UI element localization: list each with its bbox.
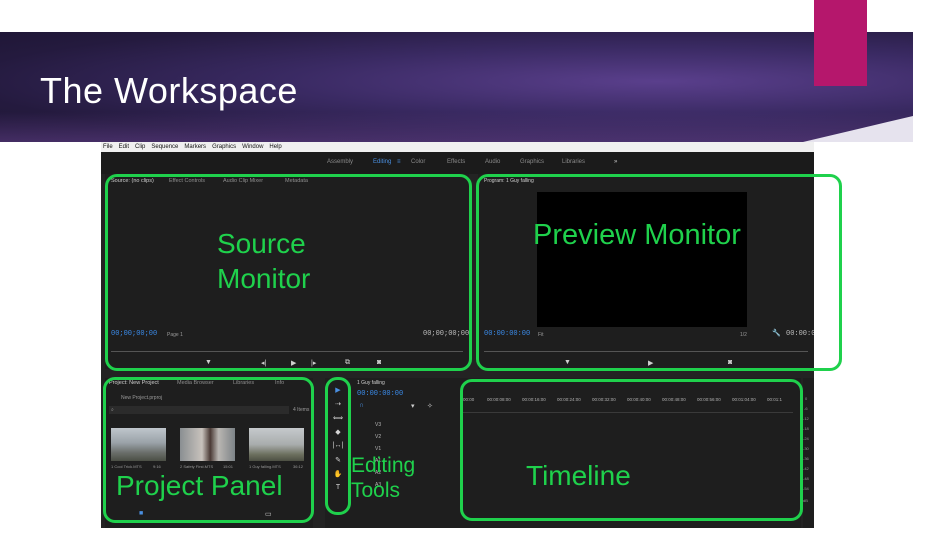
meter-tick: -12: [803, 416, 809, 421]
timeline-wrench-icon[interactable]: ✧: [427, 402, 433, 410]
label-line: Source: [217, 228, 306, 259]
meter-tick: 0: [805, 396, 808, 401]
accent-block: [814, 0, 867, 86]
track-label-v1[interactable]: V1: [375, 446, 381, 452]
label-line: Editing: [351, 454, 416, 477]
timeline-highlight: [460, 379, 803, 521]
editing-tools-label: Editing Tools: [351, 454, 416, 503]
workspace-more-icon[interactable]: »: [614, 159, 617, 165]
workspace-menu-icon[interactable]: ≡: [397, 159, 401, 165]
workspace-effects[interactable]: Effects: [447, 159, 465, 165]
banner-wedge: [803, 116, 913, 142]
menu-markers[interactable]: Markers: [184, 142, 206, 152]
meter-tick: -30: [803, 446, 809, 451]
meter-tick: -48: [803, 476, 809, 481]
workspace-editing[interactable]: Editing: [373, 159, 391, 165]
audio-meters: 0 -6 -12 -18 -24 -30 -36 -42 -48 -54 dB: [803, 378, 814, 528]
source-monitor-label: Source Monitor: [217, 229, 310, 294]
project-panel-label: Project Panel: [116, 470, 283, 501]
slide-banner: The Workspace: [0, 32, 913, 142]
timeline-timecode[interactable]: 00:00:00:00: [357, 390, 403, 398]
workspace-assembly[interactable]: Assembly: [327, 159, 353, 165]
tab-timeline[interactable]: 1 Guy falling: [357, 380, 385, 386]
snap-icon[interactable]: ∩: [359, 402, 364, 409]
track-label-v2[interactable]: V2: [375, 434, 381, 440]
track-label-v3[interactable]: V3: [375, 422, 381, 428]
workspace-color[interactable]: Color: [411, 159, 425, 165]
meter-tick: -54: [803, 486, 809, 491]
menu-graphics[interactable]: Graphics: [212, 142, 236, 152]
workspace-libraries[interactable]: Libraries: [562, 159, 585, 165]
meter-tick: -24: [803, 436, 809, 441]
menu-bar: File Edit Clip Sequence Markers Graphics…: [101, 142, 814, 152]
meter-tick: -6: [804, 406, 808, 411]
meter-tick: -36: [803, 456, 809, 461]
timeline-label: Timeline: [526, 460, 631, 491]
preview-monitor-highlight: [476, 174, 842, 371]
menu-edit[interactable]: Edit: [119, 142, 129, 152]
label-line: Monitor: [217, 263, 311, 295]
preview-monitor-label: Preview Monitor: [533, 219, 741, 251]
banner-stripe: [0, 112, 913, 142]
menu-help[interactable]: Help: [269, 142, 281, 152]
editing-tools-highlight: [325, 377, 351, 515]
meter-tick: -18: [803, 426, 809, 431]
menu-file[interactable]: File: [103, 142, 113, 152]
workspace-graphics[interactable]: Graphics: [520, 159, 544, 165]
slide-title: The Workspace: [40, 70, 298, 111]
project-panel-highlight: [103, 377, 314, 523]
meter-tick: -42: [803, 466, 809, 471]
menu-window[interactable]: Window: [242, 142, 263, 152]
add-marker-icon[interactable]: ▾: [411, 402, 415, 410]
workspace-bar: Assembly Editing ≡ Color Effects Audio G…: [101, 152, 814, 174]
meter-unit: dB: [803, 498, 808, 503]
menu-clip[interactable]: Clip: [135, 142, 145, 152]
menu-sequence[interactable]: Sequence: [151, 142, 178, 152]
label-line: Tools: [351, 479, 401, 503]
workspace-audio[interactable]: Audio: [485, 159, 500, 165]
